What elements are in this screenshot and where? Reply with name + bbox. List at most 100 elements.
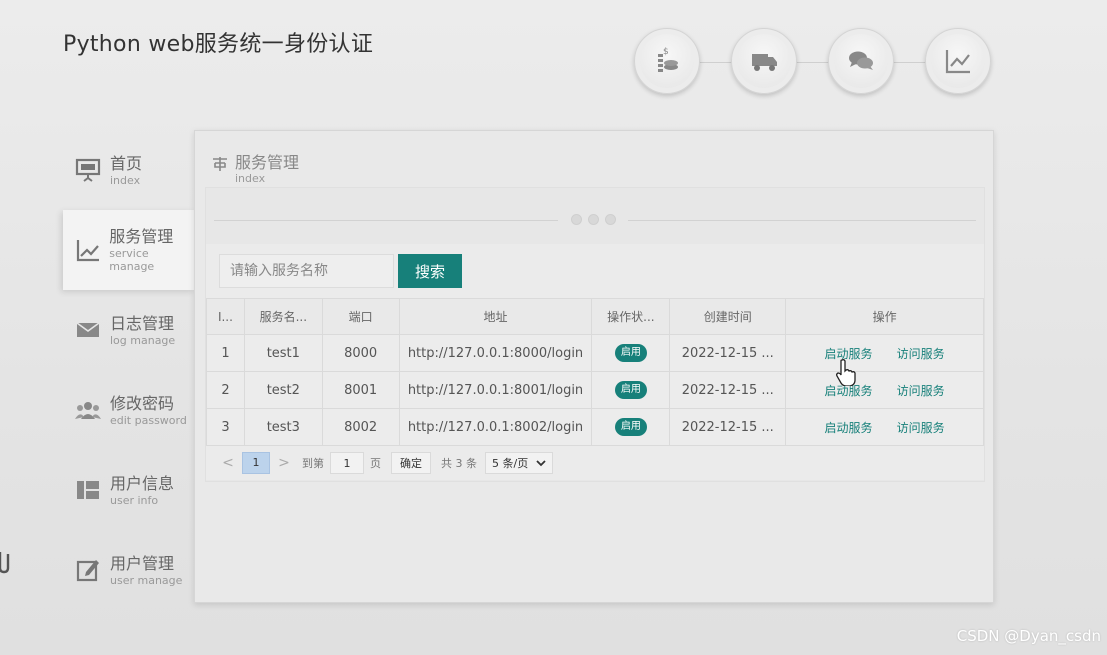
cell-id: 2 <box>206 371 245 409</box>
next-page-button[interactable]: > <box>274 455 294 471</box>
sidebar-item-service-manage[interactable]: 服务管理 service manage <box>63 210 195 290</box>
chevron-down-icon <box>536 460 546 467</box>
cell-created: 2022-12-15 ... <box>669 408 787 446</box>
cell-url: http://127.0.0.1:8002/login <box>398 408 593 446</box>
cell-created: 2022-12-15 ... <box>669 334 787 372</box>
table-row: 2 test2 8001 http://127.0.0.1:8001/login… <box>206 371 984 409</box>
sidebar: 首页 index 服务管理 service manage 日志管理 log ma… <box>63 130 195 610</box>
search-button[interactable]: 搜索 <box>398 254 462 288</box>
pagination: < 1 > 到第 页 确定 共 3 条 5 条/页 <box>206 446 984 480</box>
cell-actions: 启动服务 访问服务 <box>785 371 984 409</box>
search-bar: 搜索 <box>206 244 984 298</box>
sidebar-item-sublabel: user manage <box>110 573 183 587</box>
chat-icon-button[interactable] <box>828 28 894 94</box>
cell-actions: 启动服务 访问服务 <box>785 408 984 446</box>
status-badge[interactable]: 启用 <box>614 381 647 399</box>
column-header-name[interactable]: 服务名... <box>243 298 323 335</box>
sidebar-item-log-manage[interactable]: 日志管理 log manage <box>63 290 195 370</box>
column-header-status[interactable]: 操作状... <box>591 298 671 335</box>
sidebar-item-label: 用户信息 <box>110 473 175 493</box>
column-header-actions: 操作 <box>785 298 984 335</box>
cell-url: http://127.0.0.1:8000/login <box>398 334 593 372</box>
svg-text:$: $ <box>663 47 669 57</box>
column-header-port[interactable]: 端口 <box>321 298 400 335</box>
app-title: Python web服务统一身份认证 <box>63 32 374 57</box>
sidebar-item-sublabel: service manage <box>109 247 155 273</box>
cell-name: test2 <box>243 371 323 409</box>
cell-created: 2022-12-15 ... <box>669 371 787 409</box>
panel-title: 服务管理 <box>235 153 300 172</box>
sidebar-item-sublabel: user info <box>110 493 159 507</box>
cell-url: http://127.0.0.1:8001/login <box>398 371 593 409</box>
sidebar-item-label: 用户管理 <box>110 553 175 573</box>
visit-service-link[interactable]: 访问服务 <box>897 384 945 398</box>
goto-confirm-button[interactable]: 确定 <box>391 452 431 474</box>
sidebar-item-label: 修改密码 <box>110 393 175 413</box>
start-service-link[interactable]: 启动服务 <box>825 421 873 435</box>
table-row: 3 test3 8002 http://127.0.0.1:8002/login… <box>206 408 984 446</box>
visit-service-link[interactable]: 访问服务 <box>897 347 945 361</box>
sidebar-item-sublabel: log manage <box>110 333 176 347</box>
total-count: 共 3 条 <box>441 457 477 470</box>
service-table: I... 服务名... 端口 地址 操作状... 创建时间 操作 1 test1… <box>206 298 984 446</box>
column-header-id[interactable]: I... <box>206 298 245 335</box>
table-row: 1 test1 8000 http://127.0.0.1:8000/login… <box>206 334 984 372</box>
goto-label: 到第 <box>302 457 324 470</box>
page-1-button[interactable]: 1 <box>242 452 270 474</box>
coins-icon: $ <box>658 47 678 72</box>
line-chart-icon <box>73 235 102 265</box>
column-header-created[interactable]: 创建时间 <box>669 298 787 335</box>
sidebar-item-label: 服务管理 <box>109 227 174 246</box>
page-size-value: 5 条/页 <box>492 457 529 470</box>
hand-cursor-icon <box>836 359 856 386</box>
flag-icon <box>213 157 227 171</box>
cell-port: 8001 <box>321 371 400 409</box>
sidebar-item-index[interactable]: 首页 index <box>63 130 195 210</box>
sidebar-item-label: 首页 <box>110 153 143 173</box>
cell-name: test3 <box>243 408 323 446</box>
presentation-icon <box>73 155 103 185</box>
search-input[interactable] <box>219 254 394 288</box>
coins-icon-button[interactable]: $ <box>634 28 700 94</box>
chat-icon <box>849 51 873 70</box>
panel-subtitle: index <box>235 172 266 185</box>
chart-icon-button[interactable] <box>925 28 991 94</box>
page-suffix: 页 <box>370 457 381 470</box>
layout-icon <box>73 475 103 505</box>
column-header-url[interactable]: 地址 <box>398 298 593 335</box>
sidebar-item-sublabel: index <box>110 173 141 187</box>
status-badge[interactable]: 启用 <box>614 344 647 362</box>
cell-actions: 启动服务 访问服务 <box>785 334 984 372</box>
cell-id: 1 <box>206 334 245 372</box>
page: Python web服务统一身份认证 $ 首页 index 服务管理 servi… <box>0 0 1107 655</box>
sidebar-item-user-manage[interactable]: 用户管理 user manage <box>63 530 195 610</box>
edit-icon <box>73 555 103 585</box>
cell-status: 启用 <box>591 371 671 409</box>
table-header-row: I... 服务名... 端口 地址 操作状... 创建时间 操作 <box>206 298 984 335</box>
sidebar-item-edit-password[interactable]: 修改密码 edit password <box>63 370 195 450</box>
cell-port: 8002 <box>321 408 400 446</box>
status-badge[interactable]: 启用 <box>614 418 647 436</box>
content-card: 搜索 I... 服务名... 端口 地址 操作状... 创建时间 操作 <box>205 187 985 482</box>
paperclip-icon <box>0 552 10 574</box>
sidebar-item-user-info[interactable]: 用户信息 user info <box>63 450 195 530</box>
truck-icon-button[interactable] <box>731 28 797 94</box>
goto-page-input[interactable] <box>330 452 364 474</box>
divider-dots <box>558 213 628 227</box>
users-icon <box>73 395 103 425</box>
prev-page-button[interactable]: < <box>218 455 238 471</box>
cell-name: test1 <box>243 334 323 372</box>
page-size-select[interactable]: 5 条/页 <box>485 452 554 474</box>
truck-icon <box>752 54 777 71</box>
chart-icon <box>945 50 970 74</box>
main-panel: 服务管理 index 搜索 I... 服务名... <box>194 130 994 603</box>
sidebar-item-label: 日志管理 <box>110 313 175 333</box>
envelope-icon <box>73 315 103 345</box>
visit-service-link[interactable]: 访问服务 <box>897 421 945 435</box>
cell-port: 8000 <box>321 334 400 372</box>
watermark: CSDN @Dyan_csdn <box>956 627 1101 645</box>
cell-status: 启用 <box>591 408 671 446</box>
cell-id: 3 <box>206 408 245 446</box>
sidebar-item-sublabel: edit password <box>110 413 187 427</box>
cell-status: 启用 <box>591 334 671 372</box>
